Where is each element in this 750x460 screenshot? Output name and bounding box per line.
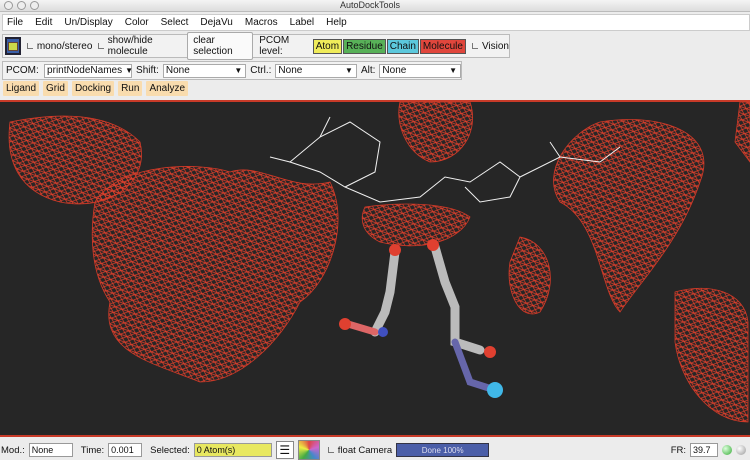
alt-label: Alt: (360, 65, 376, 76)
toolbar: mono/stereo show/hide molecule clear sel… (2, 32, 510, 60)
close-window-button[interactable] (4, 1, 13, 10)
color-palette-icon[interactable] (297, 440, 320, 460)
menu-dejavu[interactable]: DejaVu (200, 17, 232, 28)
selected-field[interactable]: 0 Atom(s) (193, 443, 272, 457)
atoms (339, 239, 503, 398)
vision-checkbox[interactable]: Vision (471, 40, 509, 52)
chevron-down-icon: ▼ (345, 66, 353, 75)
tab-docking[interactable]: Docking (71, 81, 115, 96)
ctrl-select[interactable]: None ▼ (275, 63, 357, 78)
title-bar: AutoDockTools (0, 0, 750, 12)
level-chain-button[interactable]: Chain (386, 38, 419, 54)
mod-field[interactable]: None (28, 443, 73, 457)
fr-label: FR: (670, 444, 686, 456)
mono-stereo-checkbox[interactable]: mono/stereo (26, 40, 93, 52)
pcom-select[interactable]: printNodeNames ▼ (44, 63, 133, 78)
tab-analyze[interactable]: Analyze (146, 81, 189, 96)
green-light-icon[interactable] (722, 445, 732, 455)
3d-viewer[interactable] (0, 100, 750, 437)
status-bar: Mod.: None Time: 0.001 Selected: 0 Atom(… (0, 440, 750, 460)
grey-light-icon[interactable] (736, 445, 746, 455)
pcom-bar: PCOM: printNodeNames ▼ Shift: None ▼ Ctrl.… (2, 61, 462, 80)
tab-grid[interactable]: Grid (43, 81, 68, 96)
level-atom-button[interactable]: Atom (312, 38, 343, 54)
menu-label[interactable]: Label (290, 17, 314, 28)
ctrl-value: None (278, 65, 303, 76)
mono-stereo-label: mono/stereo (36, 40, 93, 52)
shift-select[interactable]: None ▼ (162, 63, 247, 78)
chevron-down-icon: ▼ (449, 66, 457, 75)
zoom-window-button[interactable] (30, 1, 39, 10)
float-camera-label: float Camera (337, 444, 393, 456)
molecule-scene (8, 101, 750, 423)
pcom-level-label: PCOM level: (259, 35, 290, 57)
tab-run[interactable]: Run (118, 81, 143, 96)
level-molecule-button[interactable]: Molecule (419, 38, 466, 54)
chevron-down-icon: ▼ (234, 66, 243, 75)
menu-file[interactable]: File (7, 17, 23, 28)
menu-macros[interactable]: Macros (245, 17, 278, 28)
residue-sticks (344, 242, 499, 394)
time-field[interactable]: 0.001 (108, 443, 143, 457)
pcom-value: printNodeNames (47, 65, 123, 76)
menu-bar: File Edit Un/Display Color Select DejaVu… (2, 14, 750, 31)
mod-label: Mod.: (1, 444, 25, 456)
menu-help[interactable]: Help (326, 17, 347, 28)
adt-tabs: Ligand Grid Docking Run Analyze (3, 81, 189, 96)
pcom-label: PCOM: (6, 65, 39, 76)
show-hide-label: show/hide molecule (107, 35, 153, 57)
menu-edit[interactable]: Edit (35, 17, 52, 28)
menu-color[interactable]: Color (125, 17, 149, 28)
adt-logo-icon[interactable] (5, 37, 21, 55)
tab-ligand[interactable]: Ligand (3, 81, 40, 96)
vision-label: Vision (481, 40, 509, 52)
menu-undisplay[interactable]: Un/Display (64, 17, 112, 28)
clear-selection-button[interactable]: clear selection (187, 32, 254, 60)
alt-select[interactable]: None ▼ (379, 63, 461, 78)
level-residue-button[interactable]: Residue (343, 38, 386, 54)
electron-density-mesh (8, 101, 750, 423)
minimize-window-button[interactable] (17, 1, 26, 10)
alt-value: None (382, 65, 407, 76)
fr-field: 39.7 (690, 443, 718, 457)
shift-value: None (165, 65, 190, 76)
list-icon[interactable]: ☰ (275, 441, 294, 459)
time-label: Time: (80, 444, 105, 456)
progress-bar: Done 100% (396, 443, 490, 457)
shift-label: Shift: (136, 65, 159, 76)
window-title: AutoDockTools (340, 0, 401, 10)
menu-select[interactable]: Select (161, 17, 189, 28)
float-camera-checkbox[interactable] (327, 447, 334, 453)
selected-label: Selected: (150, 444, 190, 456)
show-hide-molecule-checkbox[interactable]: show/hide molecule (98, 35, 181, 57)
ctrl-label: Ctrl.: (250, 65, 272, 76)
chevron-down-icon: ▼ (125, 66, 134, 75)
